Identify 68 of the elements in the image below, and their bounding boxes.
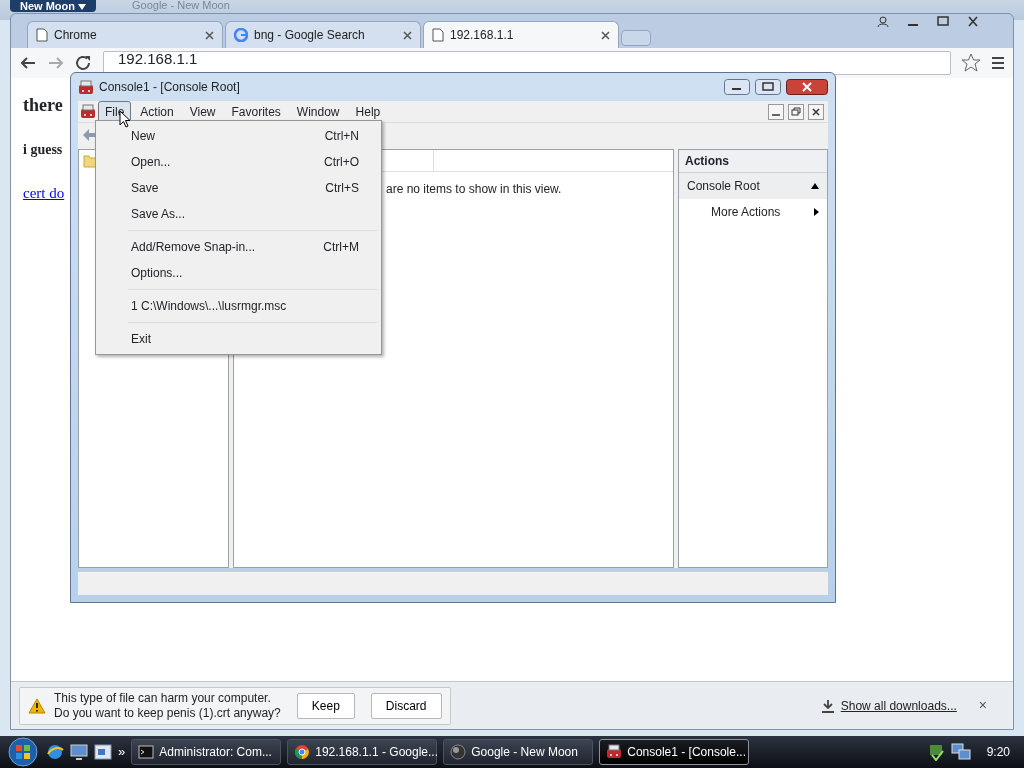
browser-tab[interactable]: bng - Google Search [225, 21, 421, 48]
maximize-icon[interactable] [755, 79, 781, 95]
menu-item[interactable]: Save Ctrl+S [98, 175, 379, 201]
page-icon [432, 28, 444, 42]
browser-tab[interactable]: Chrome [27, 21, 223, 48]
monitor-icon[interactable] [70, 744, 88, 760]
page-icon [36, 28, 48, 42]
overflow-button[interactable]: » [118, 742, 126, 762]
close-icon[interactable] [808, 103, 824, 120]
close-button[interactable]: × [978, 695, 987, 716]
page-heading: there [23, 94, 63, 117]
window-title: Console1 - [Console Root] [99, 79, 241, 96]
taskbar-button[interactable]: Console1 - [Console... [599, 739, 750, 765]
actions-pane-entry[interactable]: More Actions [679, 199, 827, 225]
reload-icon[interactable] [75, 55, 93, 71]
download-link[interactable]: cert do [23, 185, 65, 201]
back-icon[interactable] [19, 55, 37, 71]
star-icon[interactable] [961, 53, 981, 73]
taskbar-button[interactable]: Google - New Moon [443, 739, 594, 765]
close-icon[interactable] [601, 30, 610, 40]
taskbar-button[interactable]: 192.168.1.1 - Google... [287, 739, 438, 765]
minimize-icon[interactable] [724, 79, 750, 95]
menu-item[interactable]: Exit [98, 326, 379, 352]
address-field[interactable]: 192.168.1.1 [103, 51, 951, 75]
app-menu-button[interactable]: New Moon [10, 0, 97, 12]
menu-item[interactable]: Open... Ctrl+O [98, 149, 379, 175]
toolbox-icon [606, 744, 623, 760]
actions-pane-entry[interactable]: Console Root [679, 173, 827, 199]
show-all-downloads-link[interactable]: Show all downloads... [840, 696, 957, 715]
warning-icon [28, 697, 46, 714]
close-icon[interactable] [205, 30, 214, 40]
restore-icon[interactable] [788, 103, 804, 120]
menu-item[interactable]: 1 C:\Windows\...\lusrmgr.msc [98, 293, 379, 319]
toolbox-icon [78, 79, 94, 95]
caret-icon [78, 4, 87, 11]
menu-icon[interactable] [991, 56, 1005, 70]
globe-icon[interactable] [46, 743, 64, 761]
close-icon[interactable] [403, 30, 412, 40]
globe-icon [450, 744, 467, 760]
download-icon [820, 698, 835, 713]
menu-item[interactable]: Window [289, 100, 347, 123]
clock: 9:20 [986, 744, 1010, 761]
keep-button[interactable]: Keep [296, 692, 355, 719]
terminal-icon [138, 744, 155, 760]
start-button[interactable] [6, 737, 40, 767]
menu-item[interactable]: View [182, 100, 223, 123]
windows-icon[interactable] [94, 744, 112, 760]
browser-tab[interactable]: 192.168.1.1 [423, 21, 619, 48]
warning-text: This type of file can harm your computer. [54, 690, 272, 706]
menu-item[interactable]: Options... [98, 260, 379, 286]
minimize-icon[interactable] [768, 103, 784, 120]
taskbar-button[interactable]: Administrator: Com... [131, 739, 282, 765]
submenu-arrow-icon [814, 208, 819, 216]
empty-message: are no items to show in this view. [386, 181, 562, 198]
close-icon[interactable] [786, 79, 828, 95]
google-icon [234, 28, 248, 42]
menu-item[interactable]: Favorites [224, 100, 288, 123]
network-icon[interactable] [950, 743, 971, 761]
menu-item[interactable]: Help [348, 100, 388, 123]
page-text: i guess [23, 141, 63, 159]
window-title: Google - New Moon [132, 0, 230, 11]
menu-item[interactable]: Action [133, 100, 181, 123]
menu-item[interactable]: Add/Remove Snap-in... Ctrl+M [98, 234, 379, 260]
browser-icon [294, 744, 311, 760]
pane-header: Actions [679, 150, 827, 173]
menu-item[interactable]: Save As... [98, 201, 379, 227]
warning-text: Do you want to keep penis (1).crt anyway? [54, 705, 281, 721]
discard-button[interactable]: Discard [370, 692, 442, 719]
